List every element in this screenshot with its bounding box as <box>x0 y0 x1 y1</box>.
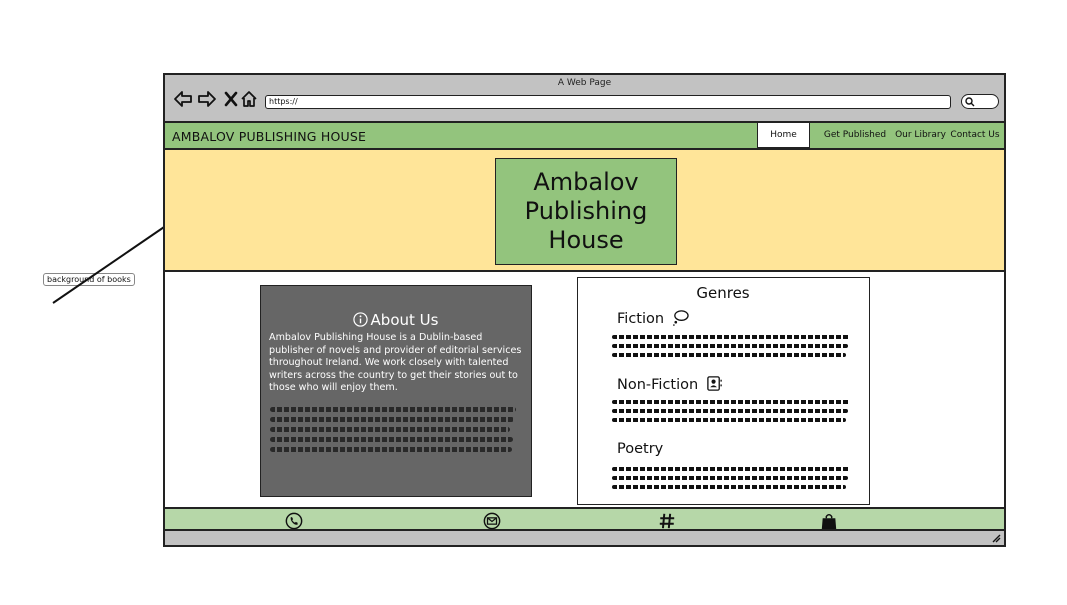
hero-banner: Ambalov Publishing House <box>165 150 1004 272</box>
hero-title-line: Ambalov <box>533 168 639 196</box>
placeholder-text-block <box>612 335 852 357</box>
placeholder-text-block <box>612 400 852 422</box>
thought-bubble-icon <box>672 310 689 326</box>
nav-get-published[interactable]: Get Published <box>815 123 895 148</box>
genres-card: Genres Fiction Non-Fiction Poetry <box>577 277 870 505</box>
phone-icon[interactable] <box>285 512 303 530</box>
shopping-bag-icon[interactable] <box>820 512 838 530</box>
status-bar <box>165 531 1004 545</box>
placeholder-text-block <box>612 467 852 489</box>
genres-heading: Genres <box>696 284 750 302</box>
resize-grip-icon[interactable] <box>991 533 1001 543</box>
genre-title: Non-Fiction <box>617 377 699 393</box>
home-icon[interactable] <box>239 89 259 109</box>
genre-poetry[interactable]: Poetry <box>617 441 663 457</box>
placeholder-text-block <box>270 407 520 457</box>
window-title: A Web Page <box>557 78 612 88</box>
about-paragraph: Ambalov Publishing House is a Dublin-bas… <box>269 332 522 393</box>
search-field[interactable] <box>961 94 999 109</box>
contact-book-icon <box>707 376 722 391</box>
url-input[interactable]: https:// <box>265 95 951 109</box>
nav-home[interactable]: Home <box>757 123 810 148</box>
hero-title-line: Publishing <box>524 197 648 225</box>
site-navbar: AMBALOV PUBLISHING HOUSE Home Get Publis… <box>165 123 1004 150</box>
genre-non-fiction[interactable]: Non-Fiction <box>617 375 723 393</box>
browser-chrome: A Web Page https:// <box>165 75 1004 123</box>
hero-title-box: Ambalov Publishing House <box>495 158 677 265</box>
info-icon <box>352 312 368 327</box>
forward-arrow-icon[interactable] <box>197 89 217 109</box>
site-footer <box>165 507 1004 531</box>
nav-our-library[interactable]: Our Library <box>893 123 948 148</box>
hero-title-line: House <box>548 226 624 254</box>
email-icon[interactable] <box>483 512 501 530</box>
genre-title: Fiction <box>617 311 665 327</box>
about-heading: About Us <box>261 311 530 329</box>
search-icon <box>965 97 975 107</box>
site-brand[interactable]: AMBALOV PUBLISHING HOUSE <box>172 129 366 144</box>
close-icon[interactable] <box>221 89 241 109</box>
hashtag-icon[interactable] <box>658 512 676 530</box>
about-card: About Us Ambalov Publishing House is a D… <box>260 285 532 497</box>
back-arrow-icon[interactable] <box>173 89 193 109</box>
genre-fiction[interactable]: Fiction <box>617 309 689 327</box>
genre-title: Poetry <box>617 441 664 457</box>
browser-window: A Web Page https:// AMBALOV PUBLISHING H… <box>163 73 1006 547</box>
about-heading-text: About Us <box>370 311 439 329</box>
nav-contact-us[interactable]: Contact Us <box>950 123 1000 148</box>
